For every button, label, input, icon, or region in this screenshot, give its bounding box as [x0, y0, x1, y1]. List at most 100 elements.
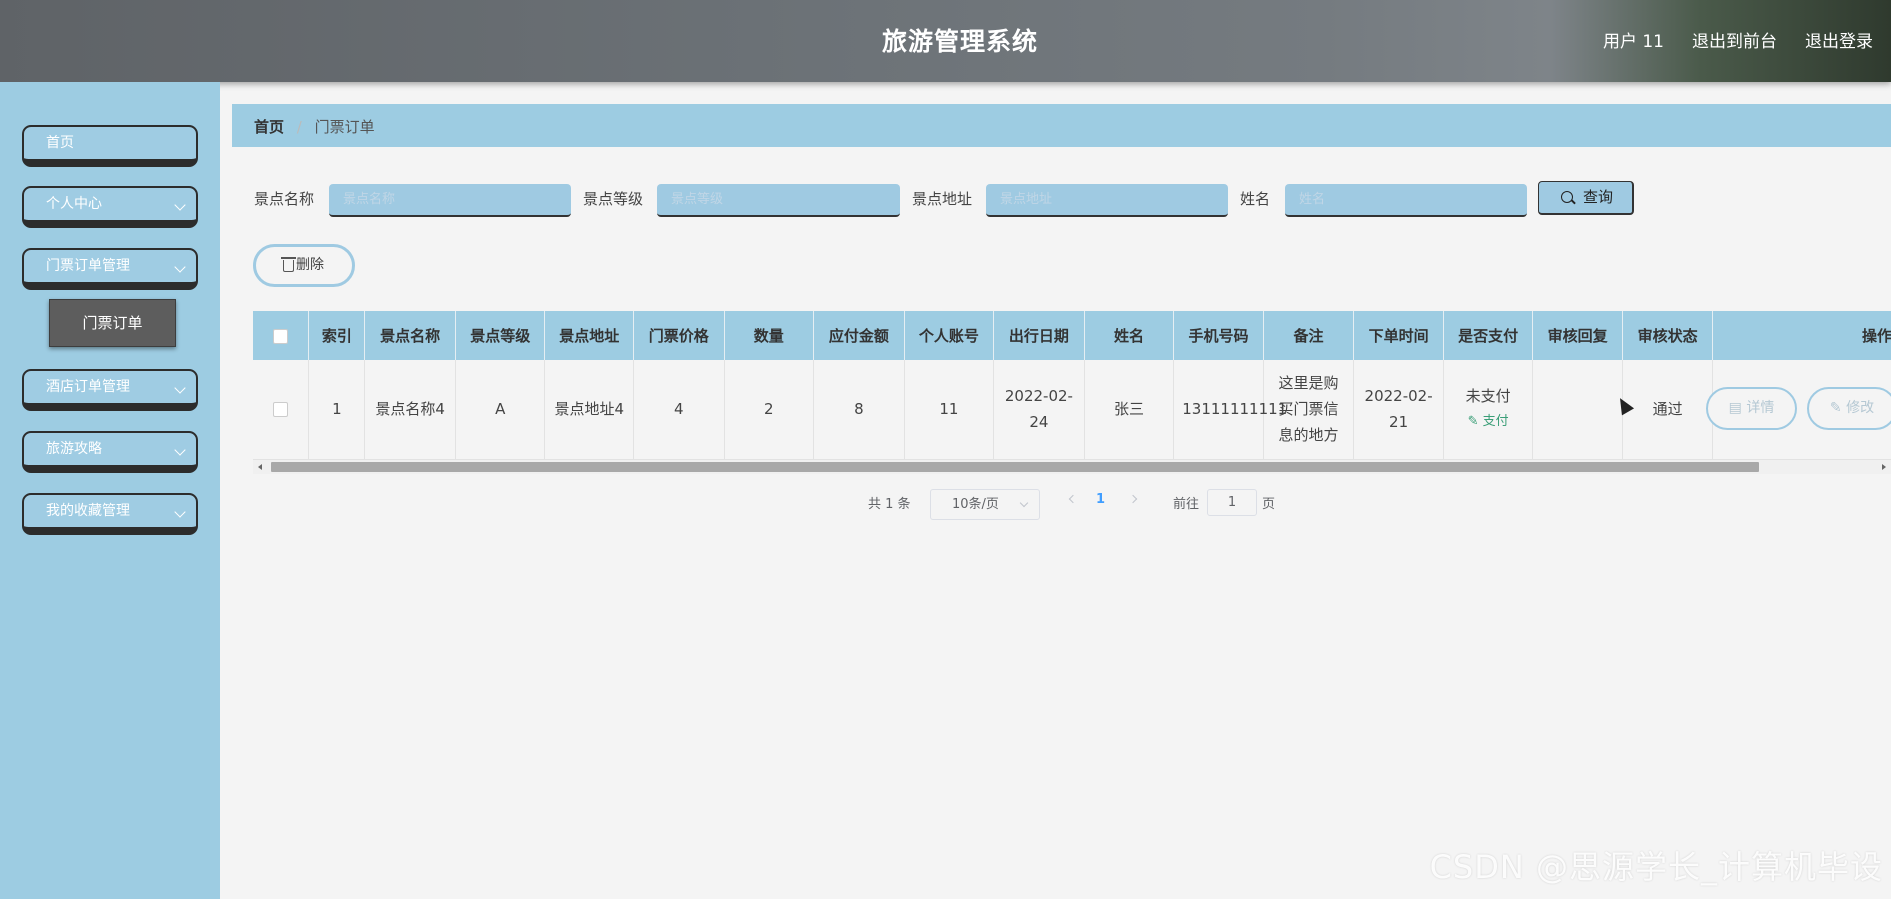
page-number-current[interactable]: 1 [1096, 492, 1105, 507]
header-nav: 用户 11 退出到前台 退出登录 [1603, 27, 1873, 52]
horizontal-scrollbar[interactable] [253, 460, 1891, 474]
goto-page-input[interactable] [1207, 489, 1257, 516]
sidebar-item-travel-guides[interactable]: 旅游攻略 [22, 431, 198, 473]
cell-phone: 13111111111 [1173, 360, 1287, 460]
cell-person-name: 张三 [1084, 360, 1175, 460]
sidebar-item-home[interactable]: 首页 [22, 125, 198, 167]
sidebar-subitem-ticket-order[interactable]: 门票订单 [49, 299, 176, 347]
cell-review-status: 通过 [1622, 360, 1714, 460]
cell-amount: 8 [813, 360, 905, 460]
cell-ticket-price: 4 [633, 360, 725, 460]
cell-account: 11 [904, 360, 995, 460]
column-header: 数量 [724, 311, 815, 360]
search-label-scenic-level: 景点等级 [583, 190, 644, 208]
search-label-scenic-address: 景点地址 [912, 190, 973, 208]
delete-button[interactable]: 删除 [253, 244, 355, 287]
cell-scenic-name: 景点名称4 [364, 360, 456, 460]
detail-button-label: 详情 [1746, 400, 1775, 416]
pay-link-label: 支付 [1482, 414, 1509, 430]
column-header: 备注 [1263, 311, 1355, 360]
breadcrumb: 首页 / 门票订单 [232, 104, 1891, 147]
sidebar-item-personal-center[interactable]: 个人中心 [22, 186, 198, 228]
edit-button[interactable]: ✎ 修改 [1807, 387, 1891, 430]
goto-label: 前往 [1173, 497, 1200, 512]
page-suffix-label: 页 [1262, 497, 1276, 512]
query-button[interactable]: 查询 [1538, 181, 1634, 215]
document-icon: ▤ [1728, 400, 1747, 416]
column-header: 审核回复 [1532, 311, 1623, 360]
cell-order-time: 2022-02-21 [1353, 360, 1444, 460]
sidebar-item-favorites[interactable]: 我的收藏管理 [22, 493, 198, 535]
back-to-front-link[interactable]: 退出到前台 [1692, 27, 1777, 52]
delete-button-label: 删除 [296, 257, 324, 273]
column-header: 审核状态 [1622, 311, 1714, 360]
chevron-down-icon [174, 506, 186, 518]
scenic-level-input[interactable] [657, 184, 900, 217]
name-input[interactable] [1285, 184, 1527, 217]
cell-pay-status: 未支付 ✎ 支付 [1443, 360, 1534, 460]
column-header: 索引 [308, 311, 366, 360]
column-header: 下单时间 [1353, 311, 1444, 360]
breadcrumb-home[interactable]: 首页 [254, 118, 284, 136]
sidebar-item-label: 旅游攻略 [46, 441, 102, 457]
cell-scenic-address: 景点地址4 [544, 360, 634, 460]
pencil-icon: ✎ [1467, 414, 1483, 430]
prev-page-icon[interactable] [1068, 494, 1078, 504]
detail-button[interactable]: ▤ 详情 [1706, 387, 1797, 430]
row-checkbox[interactable] [273, 402, 289, 418]
sidebar-item-label: 首页 [46, 135, 74, 151]
scrollbar-thumb[interactable] [271, 462, 1759, 472]
chevron-down-icon [174, 382, 186, 394]
chevron-down-icon [174, 199, 186, 211]
column-header: 景点等级 [455, 311, 546, 360]
cell-travel-date: 2022-02-24 [993, 360, 1085, 460]
column-header: 景点名称 [364, 311, 456, 360]
page-size-value: 10条/页 [952, 497, 999, 512]
edit-button-label: 修改 [1846, 400, 1875, 416]
table-header-row: 索引 景点名称 景点等级 景点地址 门票价格 数量 应付金额 个人账号 出行日期… [253, 311, 1891, 360]
column-header-actions: 操作 [1712, 311, 1891, 360]
sidebar-item-label: 门票订单管理 [46, 258, 130, 274]
sidebar-item-ticket-orders[interactable]: 门票订单管理 [22, 248, 198, 290]
search-label-scenic-name: 景点名称 [254, 190, 315, 208]
cell-scenic-level: A [455, 360, 546, 460]
next-page-icon[interactable] [1128, 494, 1138, 504]
column-header: 是否支付 [1443, 311, 1534, 360]
pay-link[interactable]: ✎ 支付 [1452, 409, 1525, 435]
column-header: 景点地址 [544, 311, 634, 360]
column-header: 门票价格 [633, 311, 725, 360]
trash-icon [281, 257, 296, 272]
user-menu[interactable]: 用户 11 [1603, 27, 1664, 52]
search-label-name: 姓名 [1240, 190, 1271, 208]
select-all-header [253, 311, 310, 360]
scenic-name-input[interactable] [329, 184, 571, 217]
column-header: 出行日期 [993, 311, 1085, 360]
pagination-total: 共 1 条 [868, 497, 911, 512]
column-header: 个人账号 [904, 311, 995, 360]
query-button-label: 查询 [1583, 188, 1614, 206]
logout-link[interactable]: 退出登录 [1805, 27, 1873, 52]
sidebar-item-label: 酒店订单管理 [46, 379, 130, 395]
column-header: 手机号码 [1173, 311, 1264, 360]
chevron-down-icon [174, 261, 186, 273]
pay-status-text: 未支付 [1465, 387, 1511, 406]
table-row: 1 景点名称4 A 景点地址4 4 2 8 11 2022-02-24 张三 1… [253, 360, 1891, 460]
column-header: 姓名 [1084, 311, 1175, 360]
cell-index: 1 [308, 360, 366, 460]
scroll-left-arrow-icon[interactable] [258, 464, 262, 470]
sidebar-item-label: 个人中心 [46, 196, 102, 212]
sidebar-item-label: 我的收藏管理 [46, 503, 130, 519]
page-size-select[interactable]: 10条/页 [930, 489, 1040, 520]
scroll-right-arrow-icon[interactable] [1882, 464, 1886, 470]
search-icon [1561, 191, 1573, 203]
cell-review-reply [1532, 360, 1623, 460]
scenic-address-input[interactable] [986, 184, 1228, 217]
cell-quantity: 2 [724, 360, 815, 460]
orders-table: 索引 景点名称 景点等级 景点地址 门票价格 数量 应付金额 个人账号 出行日期… [253, 311, 1891, 474]
chevron-down-icon [174, 444, 186, 456]
pencil-icon: ✎ [1829, 400, 1847, 416]
column-header: 应付金额 [813, 311, 905, 360]
row-select-cell [253, 360, 310, 460]
sidebar-item-hotel-orders[interactable]: 酒店订单管理 [22, 369, 198, 411]
select-all-checkbox[interactable] [273, 328, 289, 344]
